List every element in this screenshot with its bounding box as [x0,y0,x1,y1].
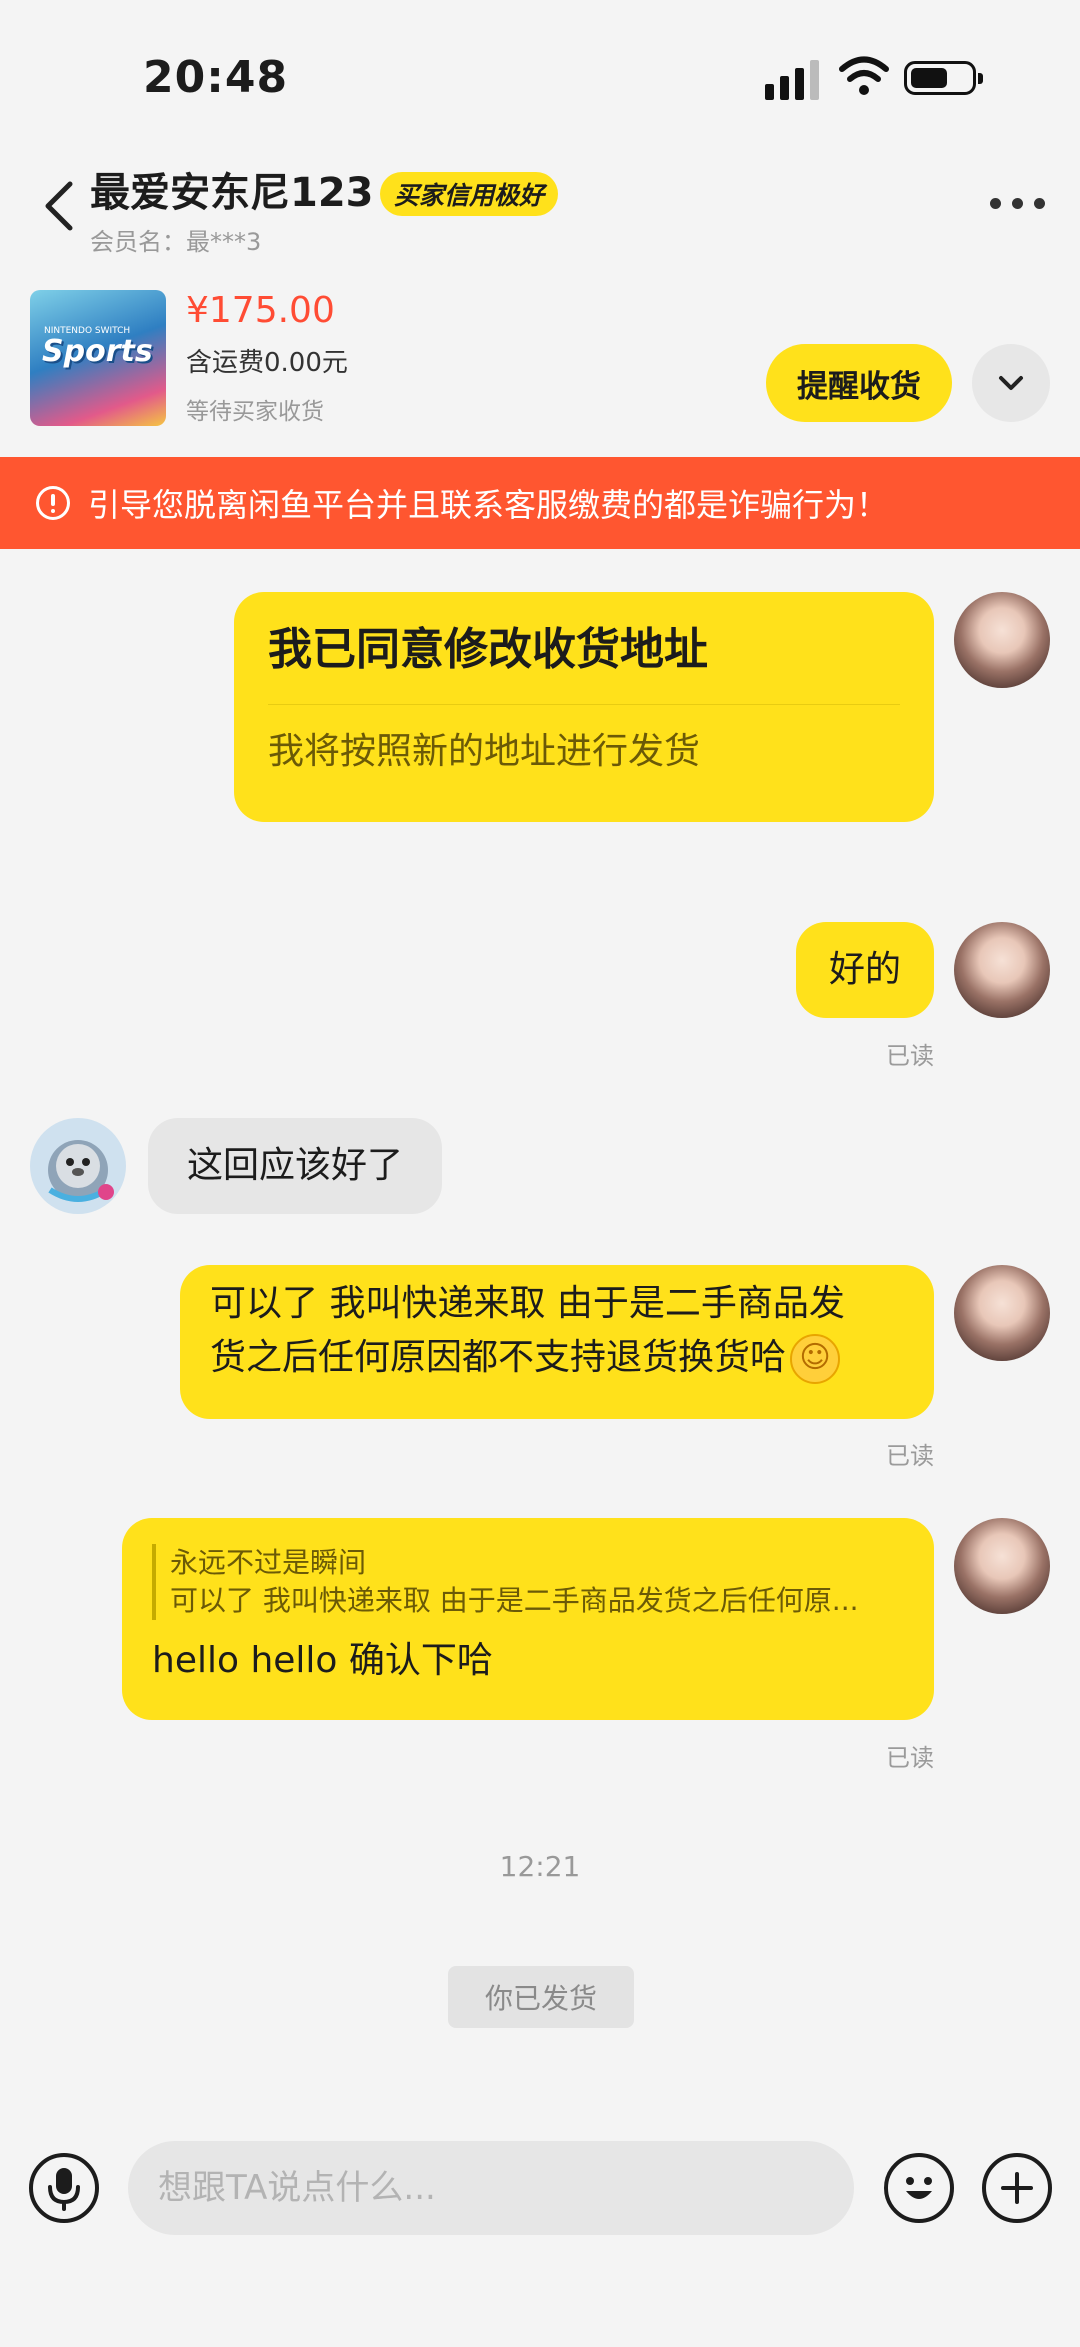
alert-circle-icon [36,486,70,520]
reply-message-bubble[interactable]: 永远不过是瞬间 可以了 我叫快递来取 由于是二手商品发货之后任何原... hel… [122,1518,934,1720]
emoji-button[interactable] [884,2153,954,2223]
shipping-fee: 含运费0.00元 [186,348,348,378]
message-input[interactable] [128,2141,854,2235]
buyer-avatar[interactable] [30,1118,126,1214]
chat-timestamp: 12:21 [499,1850,581,1883]
address-change-card[interactable]: 我已同意修改收货地址 我将按照新的地址进行发货 [234,592,934,822]
thumbnail-logo: Sports [42,334,153,369]
fraud-warning-banner: 引导您脱离闲鱼平台并且联系客服缴费的都是诈骗行为！ [0,457,1080,549]
card-divider [268,704,900,705]
message-line: 可以了 我叫快递来取 由于是二手商品发 [210,1283,845,1324]
quoted-text: 可以了 我叫快递来取 由于是二手商品发货之后任何原... [170,1584,859,1617]
credit-badge: 买家信用极好 [380,172,559,216]
read-status: 已读 [886,1744,934,1772]
read-status: 已读 [886,1442,934,1470]
message-bubble[interactable]: 可以了 我叫快递来取 由于是二手商品发 货之后任何原因都不支持退货换货哈 ☺ [180,1265,934,1419]
plus-button[interactable] [982,2153,1052,2223]
card-subtitle: 我将按照新的地址进行发货 [268,731,701,772]
product-price: ¥175.00 [186,290,335,331]
chevron-left-icon[interactable] [40,180,80,232]
remind-receipt-button[interactable]: 提醒收货 [766,344,952,422]
warning-text: 引导您脱离闲鱼平台并且联系客服缴费的都是诈骗行为！ [88,486,889,524]
status-time: 20:48 [143,52,289,103]
member-name: 会员名：最***3 [90,228,262,256]
voice-button[interactable] [29,2153,99,2223]
system-message: 你已发货 [448,1966,634,2028]
wifi-icon [839,56,889,95]
my-avatar[interactable] [954,1265,1050,1361]
chat-title[interactable]: 最爱安东尼123 [90,160,374,218]
my-avatar[interactable] [954,1518,1050,1614]
message-line: 货之后任何原因都不支持退货换货哈 [210,1337,787,1378]
battery-icon [904,61,983,95]
message-text: hello hello 确认下哈 [152,1640,493,1681]
my-avatar[interactable] [954,922,1050,1018]
cellular-signal-icon [765,60,821,100]
read-status: 已读 [886,1042,934,1070]
expand-button[interactable] [972,344,1050,422]
card-title: 我已同意修改收货地址 [268,624,708,675]
my-avatar[interactable] [954,592,1050,688]
order-status: 等待买家收货 [186,399,324,425]
quoted-author: 永远不过是瞬间 [170,1546,367,1579]
product-thumbnail[interactable]: NINTENDO SWITCH Sports [30,290,166,426]
blush-emoji: ☺ [790,1334,841,1384]
message-bubble[interactable]: 好的 [796,922,934,1018]
chevron-down-icon [999,376,1023,390]
emoji-face-icon [906,2177,932,2199]
seal-mascot-icon [48,1140,114,1202]
message-bubble[interactable]: 这回应该好了 [148,1118,442,1214]
quoted-message[interactable]: 永远不过是瞬间 可以了 我叫快递来取 由于是二手商品发货之后任何原... [152,1544,904,1620]
more-dots-icon[interactable] [990,198,1046,210]
microphone-icon [48,2168,80,2211]
plus-circle-icon [1001,2172,1033,2204]
